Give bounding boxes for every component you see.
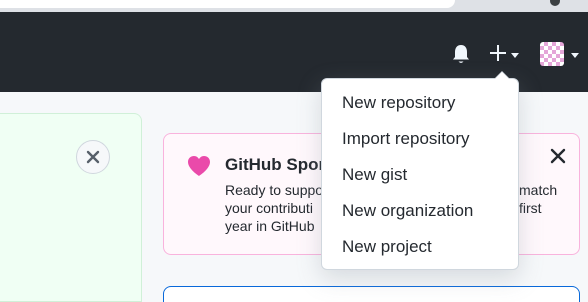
sponsors-description-line: your contributi: [225, 200, 313, 216]
browser-toolbar-strip: [0, 0, 588, 12]
next-card: [163, 286, 580, 302]
sponsors-description: Ready to suppo your contributi year in G…: [225, 181, 323, 235]
user-menu-caret-icon[interactable]: [571, 53, 579, 58]
plus-icon[interactable]: [487, 42, 509, 64]
menu-item-new-repository[interactable]: New repository: [322, 85, 520, 121]
avatar[interactable]: [540, 42, 564, 66]
menu-item-new-organization[interactable]: New organization: [322, 193, 520, 229]
sponsors-title: GitHub Spor: [225, 155, 326, 174]
bell-icon[interactable]: [451, 43, 471, 65]
sponsors-description-line: Ready to suppo: [225, 182, 324, 198]
sponsors-description-line: first: [519, 200, 542, 216]
sponsors-description-right: match first: [519, 181, 557, 217]
left-promo-panel: [0, 113, 142, 302]
menu-item-import-repository[interactable]: Import repository: [322, 121, 520, 157]
sponsors-description-line: match: [519, 182, 558, 198]
sponsors-description-line: year in GitHub: [225, 218, 315, 234]
menu-item-new-gist[interactable]: New gist: [322, 157, 520, 193]
create-new-dropdown: New repository Import repository New gis…: [321, 71, 520, 270]
sponsors-close-button[interactable]: [549, 147, 567, 165]
browser-menu-icon[interactable]: [550, 0, 560, 6]
address-bar-edge[interactable]: [0, 0, 455, 8]
left-panel-close-button[interactable]: [76, 140, 110, 174]
heart-icon: [188, 156, 210, 176]
create-menu-caret-icon[interactable]: [511, 53, 519, 58]
x-icon: [86, 150, 100, 164]
menu-item-new-project[interactable]: New project: [322, 229, 520, 265]
